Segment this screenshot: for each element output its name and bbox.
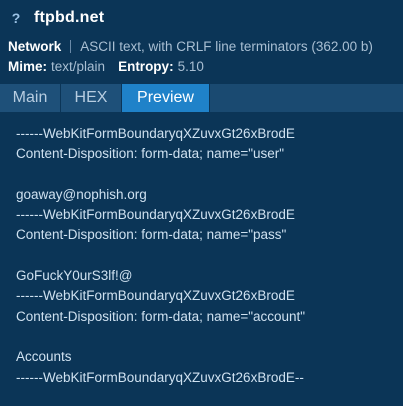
tab-bar: Main HEX Preview [0,84,403,112]
preview-line [16,246,305,266]
preview-line: ------WebKitFormBoundaryqXZuvxGt26xBrodE [16,207,295,223]
preview-line: ------WebKitFormBoundaryqXZuvxGt26xBrodE [16,288,295,304]
preview-line: GoFuckY0urS3lf!@ [16,268,133,284]
meta-row: Mime: text/plain Entropy: 5.10 [8,56,395,76]
divider [70,39,72,53]
preview-line: ------WebKitFormBoundaryqXZuvxGt26xBrodE [16,126,295,141]
preview-line: Content-Disposition: form-data; name="us… [16,146,285,162]
tab-bar-filler [210,84,403,112]
preview-line: Accounts [16,349,72,365]
mime-label: Mime: [8,58,48,74]
tab-preview[interactable]: Preview [122,84,210,112]
file-type-row: Network ASCII text, with CRLF line termi… [8,36,395,56]
file-description: ASCII text, with CRLF line terminators (… [80,38,373,54]
tab-main[interactable]: Main [0,84,61,112]
preview-content[interactable]: ------WebKitFormBoundaryqXZuvxGt26xBrodE… [0,112,403,406]
mime-value: text/plain [51,58,106,74]
file-kind: Network [8,38,62,54]
entropy-label: Entropy: [118,58,174,74]
preview-line: goaway@nophish.org [16,186,147,202]
tab-hex[interactable]: HEX [61,84,122,112]
preview-line: Content-Disposition: form-data; name="pa… [16,227,287,243]
header: ? ftpbd.net Network ASCII text, with CRL… [0,0,403,85]
preview-line [16,327,305,347]
question-icon: ? [11,10,21,26]
title-row: ? ftpbd.net [8,0,395,36]
file-title: ftpbd.net [34,9,105,26]
entropy-value: 5.10 [177,58,204,74]
preview-text: ------WebKitFormBoundaryqXZuvxGt26xBrodE… [16,124,305,388]
preview-line: Content-Disposition: form-data; name="ac… [16,308,306,324]
preview-line [16,165,305,185]
preview-line: ------WebKitFormBoundaryqXZuvxGt26xBrodE… [16,369,304,385]
file-info-panel: ? ftpbd.net Network ASCII text, with CRL… [0,0,403,406]
